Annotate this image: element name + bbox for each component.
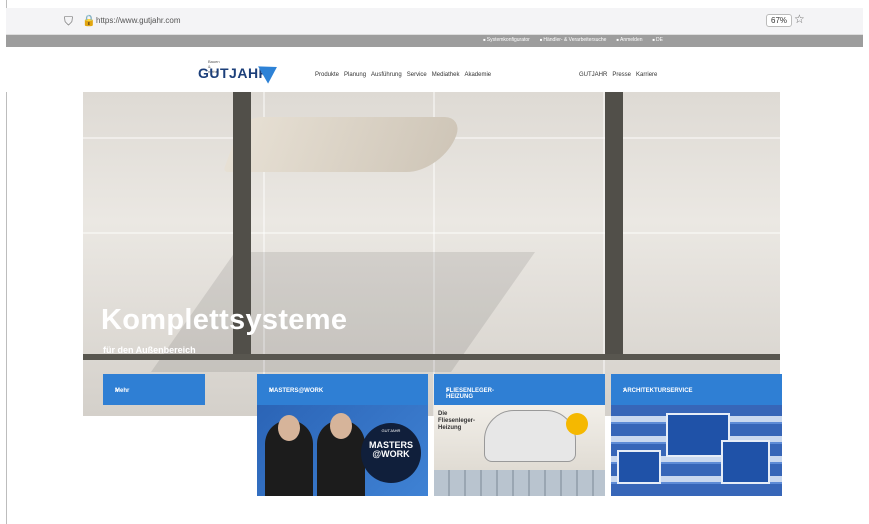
card-title: FLIESENLEGER-HEIZUNG bbox=[446, 388, 495, 400]
worker-image bbox=[484, 410, 576, 462]
card-image bbox=[611, 405, 782, 496]
window-frame-post bbox=[605, 92, 623, 360]
more-button[interactable]: > Mehr bbox=[103, 374, 205, 405]
card-header: > MASTERS@WORK bbox=[257, 374, 428, 405]
topbar-link-configurator[interactable]: Systemkonfigurator bbox=[483, 37, 530, 43]
card-fliesenleger-heizung[interactable]: > FLIESENLEGER-HEIZUNG Die Fliesenleger-… bbox=[434, 374, 605, 496]
nav-item-mediathek[interactable]: Mediathek bbox=[432, 72, 460, 78]
tile-line bbox=[83, 232, 780, 234]
card-image: Die Fliesenleger-Heizung bbox=[434, 405, 605, 496]
zoom-level[interactable]: 67% bbox=[766, 14, 793, 27]
nav-item-ausfuehrung[interactable]: Ausführung bbox=[371, 72, 402, 78]
card-header: > FLIESENLEGER-HEIZUNG bbox=[434, 374, 605, 405]
tile-sample-image bbox=[721, 440, 770, 484]
nav-item-gutjahr[interactable]: GUTJAHR bbox=[579, 72, 607, 78]
nav-item-presse[interactable]: Presse bbox=[612, 72, 631, 78]
card-architekturservice[interactable]: > ARCHITEKTURSERVICE bbox=[611, 374, 782, 496]
card-image-text: Die Fliesenleger-Heizung bbox=[438, 411, 476, 431]
card-header: > ARCHITEKTURSERVICE bbox=[611, 374, 782, 405]
face-image bbox=[330, 413, 352, 439]
floor-heating-image bbox=[434, 470, 605, 496]
topbar-link-language[interactable]: DE bbox=[653, 37, 663, 43]
nav-item-planung[interactable]: Planung bbox=[344, 72, 366, 78]
url-text[interactable]: https://www.gutjahr.com bbox=[96, 16, 180, 25]
lounge-chair-image bbox=[222, 117, 464, 172]
star-icon[interactable]: ☆ bbox=[794, 12, 805, 26]
menu-secondary: GUTJAHR Presse Karriere bbox=[579, 72, 657, 78]
badge-brand: GUTJAHR bbox=[381, 428, 401, 433]
badge-text: MASTERS @WORK bbox=[368, 440, 413, 459]
nav-item-service[interactable]: Service bbox=[407, 72, 427, 78]
main-navigation: Bauen & mehr GUTJAHR Produkte Planung Au… bbox=[6, 47, 863, 92]
face-image bbox=[278, 415, 300, 441]
nav-item-produkte[interactable]: Produkte bbox=[315, 72, 339, 78]
lock-icon: 🔒 bbox=[82, 15, 96, 27]
card-image: GUTJAHR MASTERS @WORK bbox=[257, 405, 428, 496]
nav-item-karriere[interactable]: Karriere bbox=[636, 72, 657, 78]
tile-sample-image bbox=[617, 450, 661, 484]
card-title: MASTERS@WORK bbox=[269, 388, 324, 394]
top-utility-bar: Systemkonfigurator Händler- & Verarbeite… bbox=[6, 35, 863, 47]
menu-main: Produkte Planung Ausführung Service Medi… bbox=[315, 72, 491, 78]
card-title: ARCHITEKTURSERVICE bbox=[623, 388, 693, 394]
topbar-link-login[interactable]: Anmelden bbox=[616, 37, 643, 43]
hero-banner: Komplettsysteme für den Außenbereich bbox=[83, 92, 780, 416]
hero-title: Komplettsysteme bbox=[101, 304, 348, 336]
browser-url-bar[interactable]: ⛉ 🔒 https://www.gutjahr.com 67% ☆ bbox=[6, 8, 863, 35]
topbar-link-dealer-search[interactable]: Händler- & Verarbeitersuche bbox=[540, 37, 606, 43]
masters-at-work-badge: GUTJAHR MASTERS @WORK bbox=[361, 423, 421, 483]
more-button-label: Mehr bbox=[115, 388, 130, 394]
hero-subtitle: für den Außenbereich bbox=[103, 345, 196, 355]
shield-icon[interactable]: ⛉ bbox=[64, 14, 73, 29]
highlight-badge bbox=[566, 413, 588, 435]
nav-item-akademie[interactable]: Akademie bbox=[464, 72, 491, 78]
card-masters-at-work[interactable]: > MASTERS@WORK GUTJAHR MASTERS @WORK bbox=[257, 374, 428, 496]
